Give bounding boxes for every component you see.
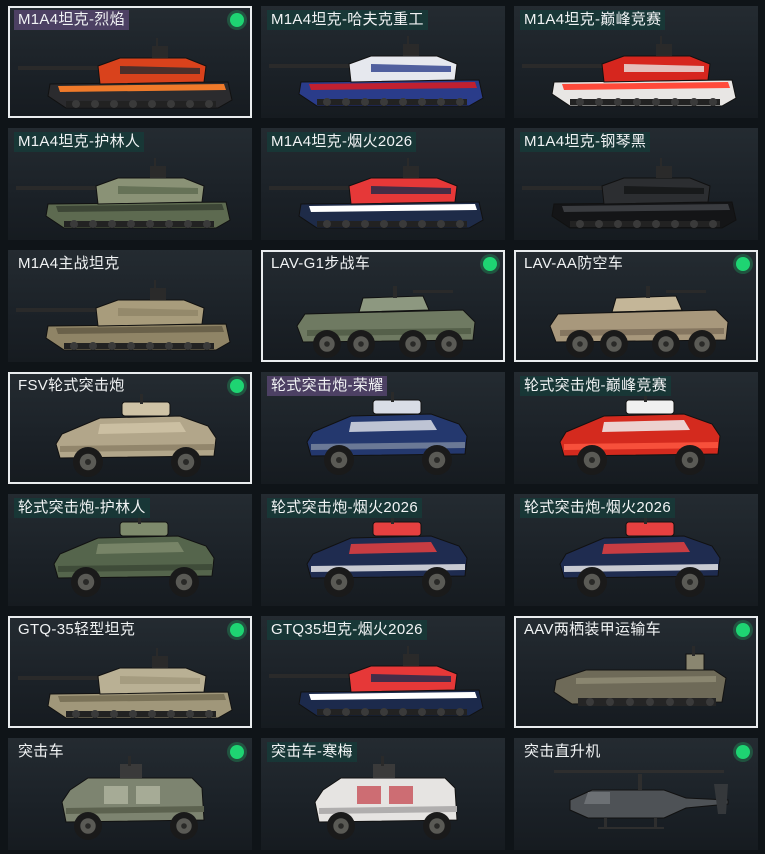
vehicle-card[interactable]: LAV-AA防空车 [514, 250, 758, 362]
vehicle-card[interactable]: 轮式突击炮-巅峰竞赛 [514, 372, 758, 484]
vehicle-card[interactable]: 突击车 [8, 738, 252, 850]
vehicle-name: 轮式突击炮-护林人 [14, 498, 150, 518]
vehicle-name: GTQ-35轻型坦克 [18, 621, 136, 638]
vehicle-name: 轮式突击炮-荣耀 [267, 376, 388, 396]
vehicle-card[interactable]: M1A4主战坦克 [8, 250, 252, 362]
vehicle-name: FSV轮式突击炮 [18, 377, 125, 394]
equipped-indicator-icon [736, 623, 750, 637]
vehicle-name: LAV-G1步战车 [271, 255, 371, 272]
equipped-indicator-icon [230, 379, 244, 393]
vehicle-name: 突击车-寒梅 [267, 742, 357, 762]
vehicle-name: 轮式突击炮-烟火2026 [267, 498, 422, 518]
vehicle-name: M1A4坦克-巅峰竞赛 [520, 10, 666, 30]
vehicle-name: 轮式突击炮-巅峰竞赛 [520, 376, 671, 396]
vehicle-card[interactable]: M1A4坦克-护林人 [8, 128, 252, 240]
vehicle-card[interactable]: AAV两栖装甲运输车 [514, 616, 758, 728]
vehicle-card[interactable]: 轮式突击炮-护林人 [8, 494, 252, 606]
equipped-indicator-icon [483, 257, 497, 271]
equipped-indicator-icon [230, 623, 244, 637]
vehicle-skin-grid: M1A4坦克-烈焰 M1A4坦克-哈夫克重工 M1A4坦克-巅峰竞赛 M1A4坦克-护… [0, 0, 765, 854]
vehicle-name: M1A4坦克-烈焰 [14, 10, 129, 30]
vehicle-name: GTQ35坦克-烟火2026 [267, 620, 427, 640]
vehicle-card[interactable]: M1A4坦克-烟火2026 [261, 128, 505, 240]
vehicle-name: 轮式突击炮-烟火2026 [520, 498, 675, 518]
vehicle-name: M1A4坦克-钢琴黑 [520, 132, 651, 152]
vehicle-name: 突击车 [18, 743, 64, 760]
vehicle-card[interactable]: GTQ35坦克-烟火2026 [261, 616, 505, 728]
equipped-indicator-icon [230, 13, 244, 27]
equipped-indicator-icon [736, 745, 750, 759]
vehicle-name: M1A4主战坦克 [18, 255, 120, 272]
vehicle-name: AAV两栖装甲运输车 [524, 621, 661, 638]
vehicle-name: M1A4坦克-护林人 [14, 132, 145, 152]
vehicle-card[interactable]: LAV-G1步战车 [261, 250, 505, 362]
vehicle-name: LAV-AA防空车 [524, 255, 624, 272]
vehicle-card[interactable]: GTQ-35轻型坦克 [8, 616, 252, 728]
vehicle-card[interactable]: M1A4坦克-烈焰 [8, 6, 252, 118]
vehicle-name: M1A4坦克-烟火2026 [267, 132, 417, 152]
vehicle-name: 突击直升机 [524, 743, 601, 760]
vehicle-name: M1A4坦克-哈夫克重工 [267, 10, 428, 30]
vehicle-card[interactable]: M1A4坦克-哈夫克重工 [261, 6, 505, 118]
vehicle-card[interactable]: M1A4坦克-巅峰竞赛 [514, 6, 758, 118]
vehicle-card[interactable]: 轮式突击炮-烟火2026 [261, 494, 505, 606]
vehicle-card[interactable]: FSV轮式突击炮 [8, 372, 252, 484]
vehicle-card[interactable]: M1A4坦克-钢琴黑 [514, 128, 758, 240]
vehicle-card[interactable]: 轮式突击炮-荣耀 [261, 372, 505, 484]
vehicle-card[interactable]: 突击车-寒梅 [261, 738, 505, 850]
vehicle-card[interactable]: 突击直升机 [514, 738, 758, 850]
equipped-indicator-icon [736, 257, 750, 271]
equipped-indicator-icon [230, 745, 244, 759]
vehicle-card[interactable]: 轮式突击炮-烟火2026 [514, 494, 758, 606]
